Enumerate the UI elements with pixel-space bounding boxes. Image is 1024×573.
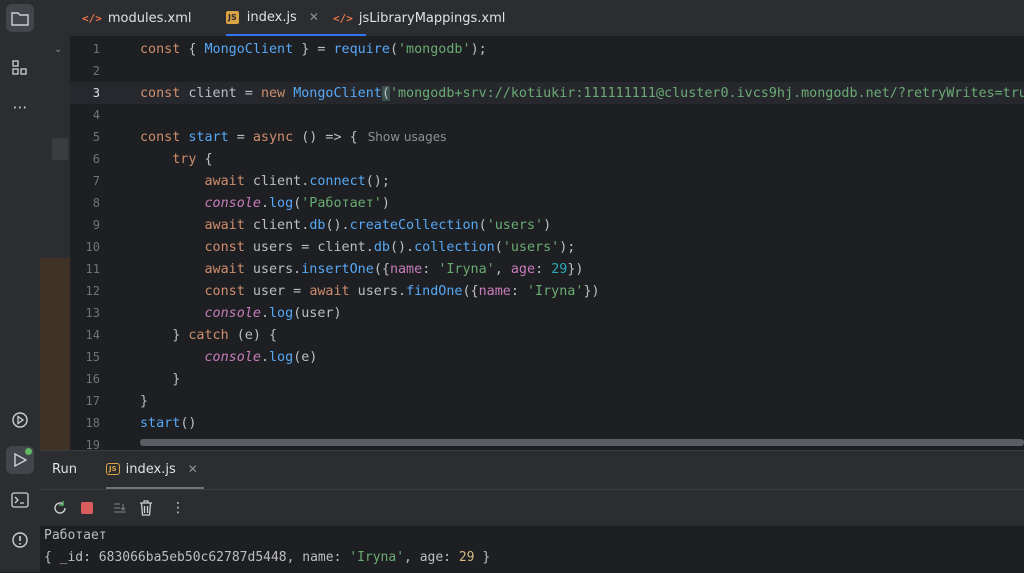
code-line: 10 const users = client.db().collection(… (70, 236, 1024, 258)
code-editor[interactable]: 1 const { MongoClient } = require('mongo… (70, 37, 1024, 449)
more-options-icon[interactable]: ⋮ (168, 498, 188, 518)
fold-marker[interactable] (52, 138, 68, 160)
code-line: 8 console.log('Работает') (70, 192, 1024, 214)
code-line-current: 3 const client = new MongoClient('mongod… (70, 82, 1024, 104)
code-line: 11 await users.insertOne({name: 'Iryna',… (70, 258, 1024, 280)
line-number: 10 (85, 240, 100, 254)
chevron-down-icon[interactable]: ⌄ (54, 44, 62, 55)
line-number: 15 (85, 350, 100, 364)
line-number: 11 (85, 262, 100, 276)
line-number: 12 (85, 284, 100, 298)
tab-jslibrarymappings-xml[interactable]: </> jsLibraryMappings.xml (333, 0, 505, 36)
xml-icon: </> (333, 11, 353, 25)
line-number: 9 (92, 218, 100, 232)
run-tool-icon[interactable] (6, 446, 34, 474)
run-tab-label: index.js (125, 461, 176, 477)
line-number: 16 (85, 372, 100, 386)
line-number: 6 (92, 152, 100, 166)
line-number: 5 (92, 130, 100, 144)
code-line: 6 try { (70, 148, 1024, 170)
line-number: 19 (85, 438, 100, 449)
run-tab-index-js[interactable]: JS index.js ✕ (106, 451, 204, 489)
code-line: 14 } catch (e) { (70, 324, 1024, 346)
xml-icon: </> (82, 11, 102, 25)
js-file-icon: JS (226, 10, 239, 24)
line-number: 4 (92, 108, 100, 122)
project-folder-icon[interactable] (6, 4, 34, 32)
running-indicator (25, 448, 32, 455)
line-number: 2 (92, 64, 100, 78)
tab-label: modules.xml (107, 10, 192, 26)
run-panel: Run JS index.js ✕ ⋮ Работает { _id: 6830… (40, 450, 1024, 573)
code-line: 1 const { MongoClient } = require('mongo… (70, 38, 1024, 60)
tab-label: index.js (246, 9, 297, 25)
run-title: Run (52, 462, 77, 477)
code-line: 2 (70, 60, 1024, 82)
code-line: 9 await client.db().createCollection('us… (70, 214, 1024, 236)
close-icon[interactable]: ✕ (188, 462, 198, 476)
line-number: 8 (92, 196, 100, 210)
scroll-to-end-icon[interactable] (110, 498, 130, 518)
code-line: 4 (70, 104, 1024, 126)
line-number: 3 (92, 86, 100, 100)
stop-icon[interactable] (77, 498, 97, 518)
rerun-icon[interactable] (50, 498, 70, 518)
console-line: Работает (44, 528, 107, 543)
editor-tabs: </> modules.xml JS index.js ✕ </> jsLibr… (70, 0, 1024, 37)
line-number: 7 (92, 174, 100, 188)
terminal-icon[interactable] (6, 486, 34, 514)
line-number: 13 (85, 306, 100, 320)
tool-window-strip: ⋯ (0, 0, 41, 572)
more-tools-icon[interactable]: ⋯ (6, 93, 34, 121)
editor-gutter-highlight (40, 258, 70, 456)
code-line: 17 } (70, 390, 1024, 412)
console-output[interactable]: Работает { _id: 683066ba5eb50c62787d5448… (40, 526, 1024, 573)
run-toolbar: ⋮ (40, 489, 1024, 526)
line-number: 17 (85, 394, 100, 408)
code-line: 12 const user = await users.findOne({nam… (70, 280, 1024, 302)
code-line: 13 console.log(user) (70, 302, 1024, 324)
code-line: 7 await client.connect(); (70, 170, 1024, 192)
tab-label: jsLibraryMappings.xml (358, 10, 506, 26)
console-line: { _id: 683066ba5eb50c62787d5448, name: '… (44, 550, 491, 565)
problems-icon[interactable] (6, 526, 34, 554)
horizontal-scrollbar[interactable] (140, 439, 1024, 446)
line-number: 1 (92, 42, 100, 56)
code-line: 16 } (70, 368, 1024, 390)
services-icon[interactable] (6, 406, 34, 434)
line-number: 14 (85, 328, 100, 342)
js-file-icon: JS (106, 463, 120, 475)
code-line: 18 start() (70, 412, 1024, 434)
run-header: Run JS index.js ✕ (40, 451, 1024, 489)
code-line: 15 console.log(e) (70, 346, 1024, 368)
tab-modules-xml[interactable]: </> modules.xml (82, 0, 191, 36)
close-icon[interactable]: ✕ (309, 10, 319, 24)
show-usages-hint[interactable]: Show usages (368, 130, 447, 144)
code-line: 5 const start = async () => {Show usages (70, 126, 1024, 148)
trash-icon[interactable] (136, 498, 156, 518)
structure-icon[interactable] (6, 54, 34, 82)
line-number: 18 (85, 416, 100, 430)
